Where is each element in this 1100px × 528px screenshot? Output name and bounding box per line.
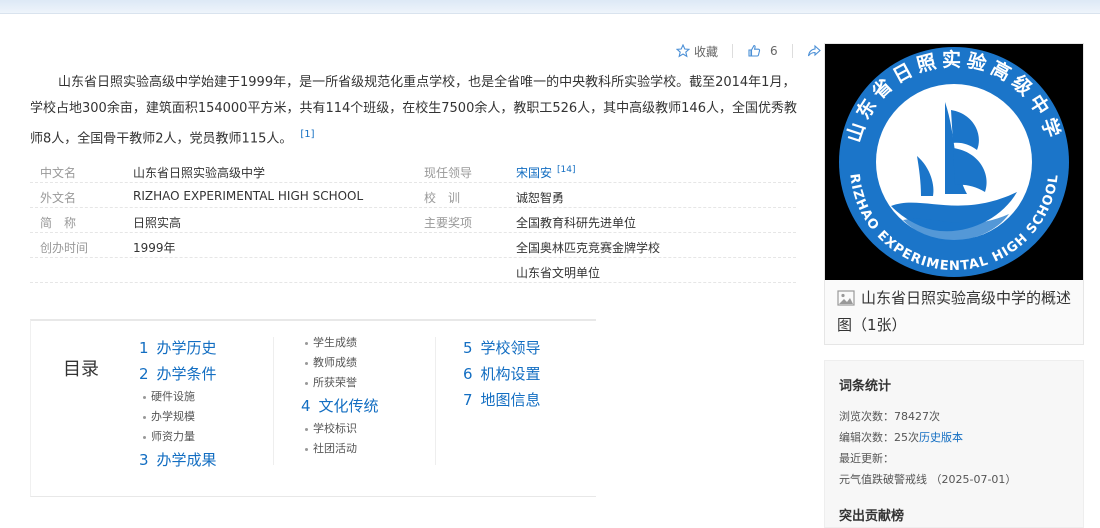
catalog-column-1: 1 办学历史 2 办学条件 硬件设施 办学规模 师资力量 3 办学成果 bbox=[139, 335, 217, 473]
summary-text: 山东省日照实验高级中学始建于1999年，是一所省级规范化重点学校，也是全省唯一的… bbox=[30, 75, 797, 147]
catalog-item-culture[interactable]: 4 文化传统 bbox=[301, 393, 379, 419]
catalog-item-leaders[interactable]: 5 学校领导 bbox=[463, 335, 541, 361]
info-key: 简 称 bbox=[40, 216, 77, 230]
like-count: 6 bbox=[770, 44, 778, 58]
stat-edits: 编辑次数：25次历史版本 bbox=[839, 431, 963, 444]
image-icon bbox=[837, 289, 855, 313]
info-value: 日照实高 bbox=[133, 216, 182, 230]
info-value: 山东省日照实验高级中学 bbox=[133, 166, 266, 180]
info-value: 山东省文明单位 bbox=[516, 266, 601, 280]
summary-paragraph: 山东省日照实验高级中学始建于1999年，是一所省级规范化重点学校，也是全省唯一的… bbox=[30, 70, 800, 152]
catalog-column-3: 5 学校领导 6 机构设置 7 地图信息 bbox=[463, 335, 541, 413]
info-key: 创办时间 bbox=[40, 241, 89, 255]
summary-album[interactable]: 山东省日照实验高级中学 RIZHAO EXPERIMENTAL HIGH SCH… bbox=[824, 43, 1084, 345]
info-key: 校 训 bbox=[424, 191, 461, 205]
basic-info-table: 中文名 山东省日照实验高级中学 现任领导 宋国安 [14] 外文名 RIZHAO … bbox=[30, 158, 796, 283]
catalog-subitem[interactable]: 硬件设施 bbox=[139, 387, 217, 407]
catalog-item-map[interactable]: 7 地图信息 bbox=[463, 387, 541, 413]
info-value: 全国教育科研先进单位 bbox=[516, 216, 637, 230]
info-row: 简 称 日照实高 主要奖项 全国教育科研先进单位 bbox=[30, 208, 796, 233]
album-caption-text: 山东省日照实验高级中学的概述图（1张） bbox=[837, 289, 1072, 334]
share-icon bbox=[807, 44, 821, 57]
info-key: 中文名 bbox=[40, 166, 77, 180]
stats-title: 词条统计 bbox=[839, 379, 892, 394]
collect-label: 收藏 bbox=[694, 44, 719, 59]
catalog-item-organization[interactable]: 6 机构设置 bbox=[463, 361, 541, 387]
info-key: 主要奖项 bbox=[424, 216, 473, 230]
catalog-subitem[interactable]: 所获荣誉 bbox=[301, 373, 379, 393]
info-value: 1999年 bbox=[133, 241, 176, 255]
info-row: 创办时间 1999年 全国奥林匹克竞赛金牌学校 bbox=[30, 233, 796, 258]
like-button[interactable]: 6 bbox=[747, 44, 778, 58]
info-value: RIZHAO EXPERIMENTAL HIGH SCHOOL bbox=[133, 189, 364, 203]
album-caption[interactable]: 山东省日照实验高级中学的概述图（1张） bbox=[837, 286, 1073, 337]
info-row: 外文名 RIZHAO EXPERIMENTAL HIGH SCHOOL 校 训 … bbox=[30, 183, 796, 208]
stat-updated: 最近更新：元气值跌破警戒线 （2025-07-01） bbox=[839, 452, 1017, 486]
thumbs-up-icon bbox=[748, 44, 761, 57]
catalog-subitem[interactable]: 办学规模 bbox=[139, 407, 217, 427]
catalog-subitem[interactable]: 学生成绩 bbox=[301, 333, 379, 353]
collect-button[interactable]: 收藏 bbox=[676, 43, 718, 60]
contributors-title: 突出贡献榜 bbox=[839, 509, 905, 524]
star-icon bbox=[676, 44, 690, 58]
catalog-item-conditions[interactable]: 2 办学条件 bbox=[139, 361, 217, 387]
catalog-subitem[interactable]: 学校标识 bbox=[301, 419, 379, 439]
history-version-link[interactable]: 历史版本 bbox=[919, 431, 963, 444]
catalog-box: 目录 1 办学历史 2 办学条件 硬件设施 办学规模 师资力量 3 办学成果 学生成绩… bbox=[30, 319, 596, 497]
catalog-subitem[interactable]: 社团活动 bbox=[301, 439, 379, 459]
info-value: 诚恕智勇 bbox=[516, 191, 565, 205]
info-key: 现任领导 bbox=[424, 166, 473, 180]
info-value: 全国奥林匹克竞赛金牌学校 bbox=[516, 241, 661, 255]
info-row: 山东省文明单位 bbox=[30, 258, 796, 283]
catalog-title: 目录 bbox=[63, 359, 99, 380]
info-row: 中文名 山东省日照实验高级中学 现任领导 宋国安 [14] bbox=[30, 158, 796, 183]
top-nav-bar bbox=[0, 0, 1100, 14]
stat-views: 浏览次数：78427次 bbox=[839, 410, 940, 423]
info-key: 外文名 bbox=[40, 191, 77, 205]
catalog-item-achievements[interactable]: 3 办学成果 bbox=[139, 447, 217, 473]
summary-ref-link[interactable]: [1] bbox=[300, 129, 314, 140]
catalog-subitem[interactable]: 教师成绩 bbox=[301, 353, 379, 373]
catalog-item-history[interactable]: 1 办学历史 bbox=[139, 335, 217, 361]
catalog-column-2: 学生成绩 教师成绩 所获荣誉 4 文化传统 学校标识 社团活动 bbox=[301, 333, 379, 459]
entry-actions: 收藏 6 2 bbox=[676, 42, 834, 60]
catalog-subitem[interactable]: 师资力量 bbox=[139, 427, 217, 447]
school-logo[interactable]: 山东省日照实验高级中学 RIZHAO EXPERIMENTAL HIGH SCH… bbox=[825, 44, 1083, 280]
entry-stats: 词条统计 浏览次数：78427次 编辑次数：25次历史版本 最近更新：元气值跌破… bbox=[824, 360, 1084, 528]
leader-ref-link[interactable]: [14] bbox=[557, 165, 575, 175]
leader-link[interactable]: 宋国安 [14] bbox=[516, 164, 576, 181]
